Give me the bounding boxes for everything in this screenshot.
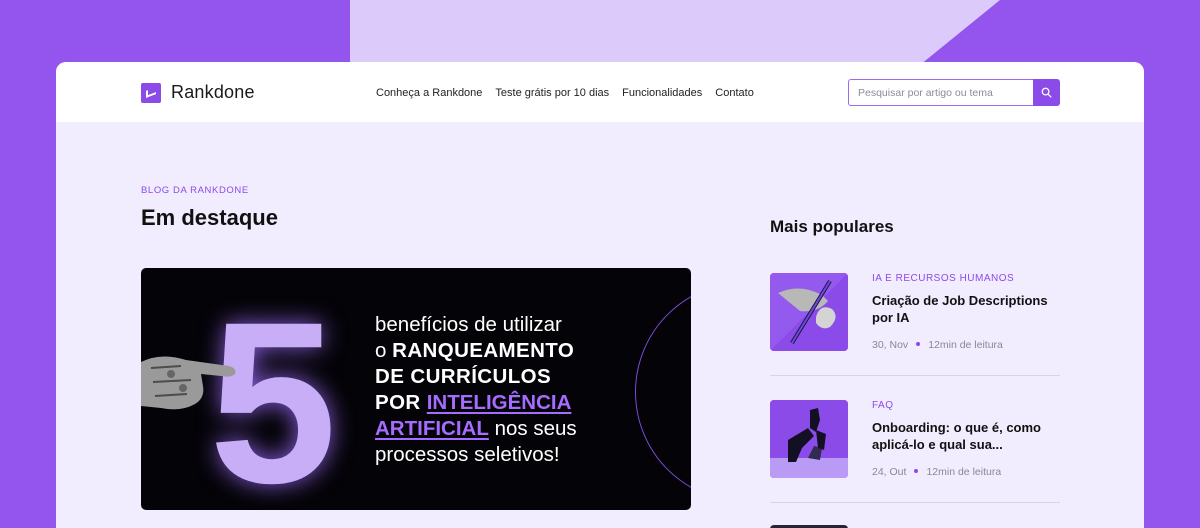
teamwork-icon bbox=[770, 400, 848, 478]
robot-hand-icon bbox=[141, 356, 236, 410]
logo-icon bbox=[141, 82, 161, 103]
main-nav: Conheça a Rankdone Teste grátis por 10 d… bbox=[376, 87, 754, 99]
nav-item-teste-gratis[interactable]: Teste grátis por 10 dias bbox=[495, 87, 609, 99]
search-icon bbox=[1041, 87, 1052, 98]
decorative-arc bbox=[635, 282, 691, 502]
meta-separator bbox=[916, 342, 921, 346]
nav-item-conheca[interactable]: Conheça a Rankdone bbox=[376, 87, 482, 99]
featured-banner[interactable]: 5 benefícios de utilizar o RANQUEAMENTO … bbox=[141, 268, 691, 510]
banner-line-4: POR INTELIGÊNCIA bbox=[375, 391, 572, 414]
banner-line-6: processos seletivos! bbox=[375, 443, 560, 466]
blog-eyebrow: BLOG DA RANKDONE bbox=[141, 185, 249, 196]
search-button[interactable] bbox=[1033, 79, 1060, 106]
banner-line-5: ARTIFICIAL nos seus bbox=[375, 417, 577, 440]
post-thumbnail bbox=[770, 273, 848, 351]
site-header: Rankdone Conheça a Rankdone Teste grátis… bbox=[56, 62, 1144, 122]
post-read-time: 12min de leitura bbox=[928, 339, 1003, 351]
banner-line-1: benefícios de utilizar bbox=[375, 313, 562, 336]
banner-line-3: DE CURRÍCULOS bbox=[375, 365, 552, 388]
popular-post[interactable]: IA E RECURSOS HUMANOS Criação de Job Des… bbox=[770, 273, 1060, 373]
popular-post[interactable]: FAQ Onboarding: o que é, como aplicá-lo … bbox=[770, 400, 1060, 500]
nav-item-funcionalidades[interactable]: Funcionalidades bbox=[622, 87, 702, 99]
post-category: IA E RECURSOS HUMANOS bbox=[872, 273, 1015, 284]
meta-separator bbox=[914, 469, 919, 473]
divider bbox=[770, 502, 1060, 503]
post-category: FAQ bbox=[872, 400, 894, 411]
post-date: 30, Nov bbox=[872, 339, 909, 351]
post-thumbnail bbox=[770, 400, 848, 478]
logo[interactable]: Rankdone bbox=[141, 82, 255, 103]
divider bbox=[770, 375, 1060, 376]
search-box bbox=[848, 79, 1060, 106]
nav-item-contato[interactable]: Contato bbox=[715, 87, 754, 99]
post-read-time: 12min de leitura bbox=[926, 466, 1002, 478]
post-title[interactable]: Onboarding: o que é, como aplicá-lo e qu… bbox=[872, 419, 1062, 453]
banner-headline: benefícios de utilizar o RANQUEAMENTO DE… bbox=[375, 312, 615, 468]
post-date: 24, Out bbox=[872, 466, 907, 478]
post-meta: 24, Out 12min de leitura bbox=[872, 466, 1001, 478]
robot-pen-icon bbox=[770, 273, 848, 351]
popular-title: Mais populares bbox=[770, 217, 894, 236]
logo-text: Rankdone bbox=[171, 82, 255, 102]
page-title: Em destaque bbox=[141, 205, 278, 230]
post-meta: 30, Nov 12min de leitura bbox=[872, 339, 1003, 351]
banner-line-2: o RANQUEAMENTO bbox=[375, 339, 575, 362]
search-input[interactable] bbox=[848, 79, 1033, 106]
post-title[interactable]: Criação de Job Descriptions por IA bbox=[872, 292, 1062, 326]
browser-window: Rankdone Conheça a Rankdone Teste grátis… bbox=[56, 62, 1144, 528]
